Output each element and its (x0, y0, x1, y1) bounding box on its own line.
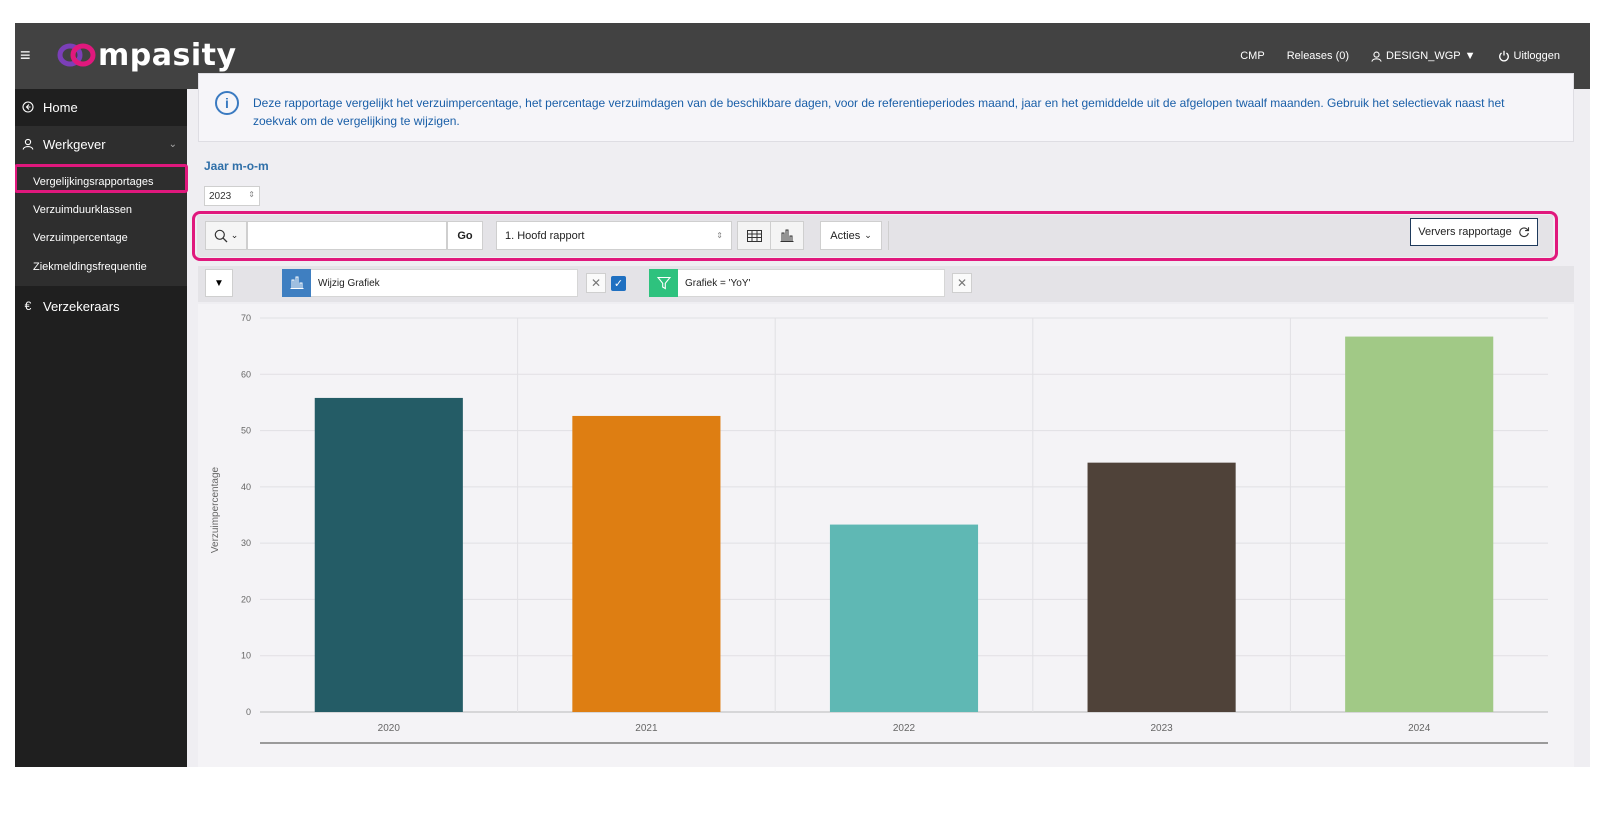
x-tick-label: 2024 (1408, 723, 1431, 734)
year-select[interactable]: 2023 ⇕ (204, 186, 260, 206)
y-tick-label: 70 (241, 313, 251, 323)
chart-settings-pill[interactable]: Wijzig Grafiek (282, 268, 578, 297)
chart-svg: 0 10 20 30 40 50 60 70 2020 2021 2022 2023 2024 Verz… (210, 313, 1548, 744)
checkmark-icon: ✓ (613, 278, 624, 290)
werkgever-group: Werkgever ⌄ Vergelijkingsrapportages Ver… (15, 126, 187, 286)
y-tick-label: 0 (246, 707, 251, 717)
chart-settings-label: Wijzig Grafiek (318, 277, 380, 289)
y-tick-label: 50 (241, 426, 251, 436)
info-banner: i Deze rapportage vergelijkt het verzuim… (198, 73, 1574, 142)
info-text: Deze rapportage vergelijkt het verzuimpe… (253, 96, 1505, 128)
sidebar-subitem-ziekmeldingsfrequentie[interactable]: Ziekmeldingsfrequentie (33, 261, 147, 273)
sidebar-item-werkgever[interactable]: Werkgever ⌄ (15, 134, 187, 154)
x-tick-label: 2021 (635, 723, 658, 734)
y-tick-label: 20 (241, 594, 251, 604)
info-icon: i (215, 91, 239, 115)
bar-2020[interactable] (314, 397, 463, 712)
power-icon (1498, 50, 1509, 62)
arrow-left-circle-icon (21, 101, 35, 113)
chevron-down-icon: ⌄ (168, 138, 177, 150)
app-window: ≡ mpasity CMP Releases (0) DESIGN_WGP ▼ … (15, 23, 1590, 767)
close-icon: ✕ (956, 276, 968, 290)
nav-releases-link[interactable]: Releases (0) (1287, 50, 1349, 62)
remove-filter-button[interactable]: ✕ (952, 273, 972, 293)
y-tick-label: 30 (241, 538, 251, 548)
menu-toggle-icon[interactable]: ≡ (20, 45, 31, 66)
sidebar-subitem-verzuimduurklassen[interactable]: Verzuimduurklassen (33, 204, 132, 216)
user-name: DESIGN_WGP (1386, 50, 1461, 62)
filter-row: ▼ Wijzig Grafiek ✕ ✓ Grafiek = 'YoY' ✕ (198, 266, 1574, 302)
toolbar-highlight (192, 211, 1558, 261)
sidebar-item-home[interactable]: Home (15, 97, 187, 117)
filter-pill[interactable]: Grafiek = 'YoY' (649, 268, 945, 297)
filter-label: Grafiek = 'YoY' (685, 277, 751, 289)
user-icon (21, 138, 35, 150)
user-icon (1371, 51, 1382, 62)
bar-chart-icon (282, 268, 311, 297)
collapse-toggle[interactable]: ▼ (205, 269, 233, 297)
user-menu[interactable]: DESIGN_WGP ▼ (1371, 50, 1476, 62)
logout-link[interactable]: Uitloggen (1498, 50, 1560, 62)
bar-2023[interactable] (1087, 462, 1236, 712)
active-item-highlight (15, 164, 188, 193)
close-icon: ✕ (590, 276, 602, 290)
bar-chart: 0 10 20 30 40 50 60 70 2020 2021 2022 2023 2024 Verz… (198, 304, 1574, 767)
sidebar-item-label: Werkgever (43, 136, 106, 152)
x-tick-label: 2023 (1150, 723, 1173, 734)
y-axis-label: Verzuimpercentage (210, 466, 221, 553)
sidebar-item-label: Home (43, 99, 78, 115)
sidebar: Home Werkgever ⌄ Vergelijkingsrapportage… (15, 89, 188, 767)
x-tick-label: 2020 (378, 723, 401, 734)
chevron-down-icon: ▼ (1464, 50, 1476, 62)
year-select-value: 2023 (209, 190, 232, 202)
y-tick-label: 40 (241, 482, 251, 492)
caret-down-icon: ▼ (214, 277, 224, 289)
logo-text: mpasity (98, 37, 237, 73)
bar-2022[interactable] (829, 524, 979, 712)
compasity-logo[interactable]: mpasity (57, 35, 237, 75)
filter-icon (649, 268, 678, 297)
select-arrows-icon: ⇕ (248, 190, 255, 199)
sidebar-item-label: Verzekeraars (43, 298, 120, 314)
y-tick-label: 60 (241, 369, 251, 379)
bar-2021[interactable] (572, 415, 721, 712)
y-tick-label: 10 (241, 651, 251, 661)
nav-cmp-link[interactable]: CMP (1240, 50, 1264, 62)
logout-label: Uitloggen (1513, 50, 1560, 62)
bar-2024[interactable] (1345, 336, 1494, 712)
logo-mark-icon (57, 43, 96, 67)
euro-icon: € (24, 299, 32, 313)
sidebar-subitem-verzuimpercentage[interactable]: Verzuimpercentage (33, 232, 128, 244)
sidebar-item-verzekeraars[interactable]: € Verzekeraars (15, 296, 187, 316)
region-title: Jaar m-o-m (204, 159, 269, 173)
filter-enabled-checkbox[interactable]: ✓ (611, 276, 626, 291)
x-tick-label: 2022 (893, 723, 916, 734)
remove-chart-settings-button[interactable]: ✕ (586, 273, 606, 293)
